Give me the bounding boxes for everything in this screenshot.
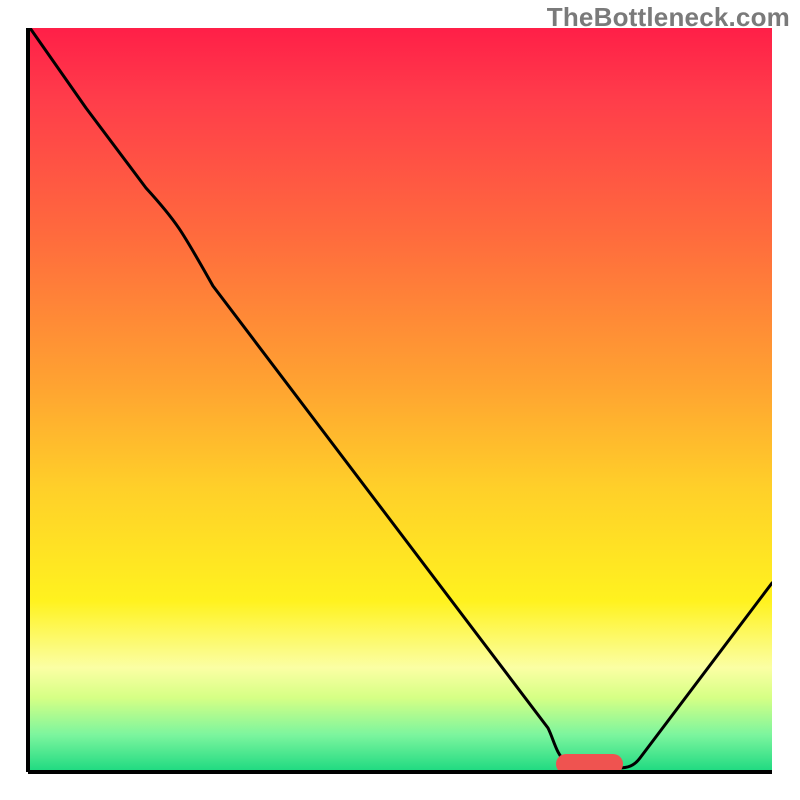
- chart-root: TheBottleneck.com: [0, 0, 800, 800]
- bottleneck-curve-path: [30, 28, 772, 768]
- line-curve: [28, 28, 772, 772]
- watermark-text: TheBottleneck.com: [547, 2, 790, 33]
- plot-area: [28, 28, 772, 772]
- optimal-range-marker: [556, 754, 623, 772]
